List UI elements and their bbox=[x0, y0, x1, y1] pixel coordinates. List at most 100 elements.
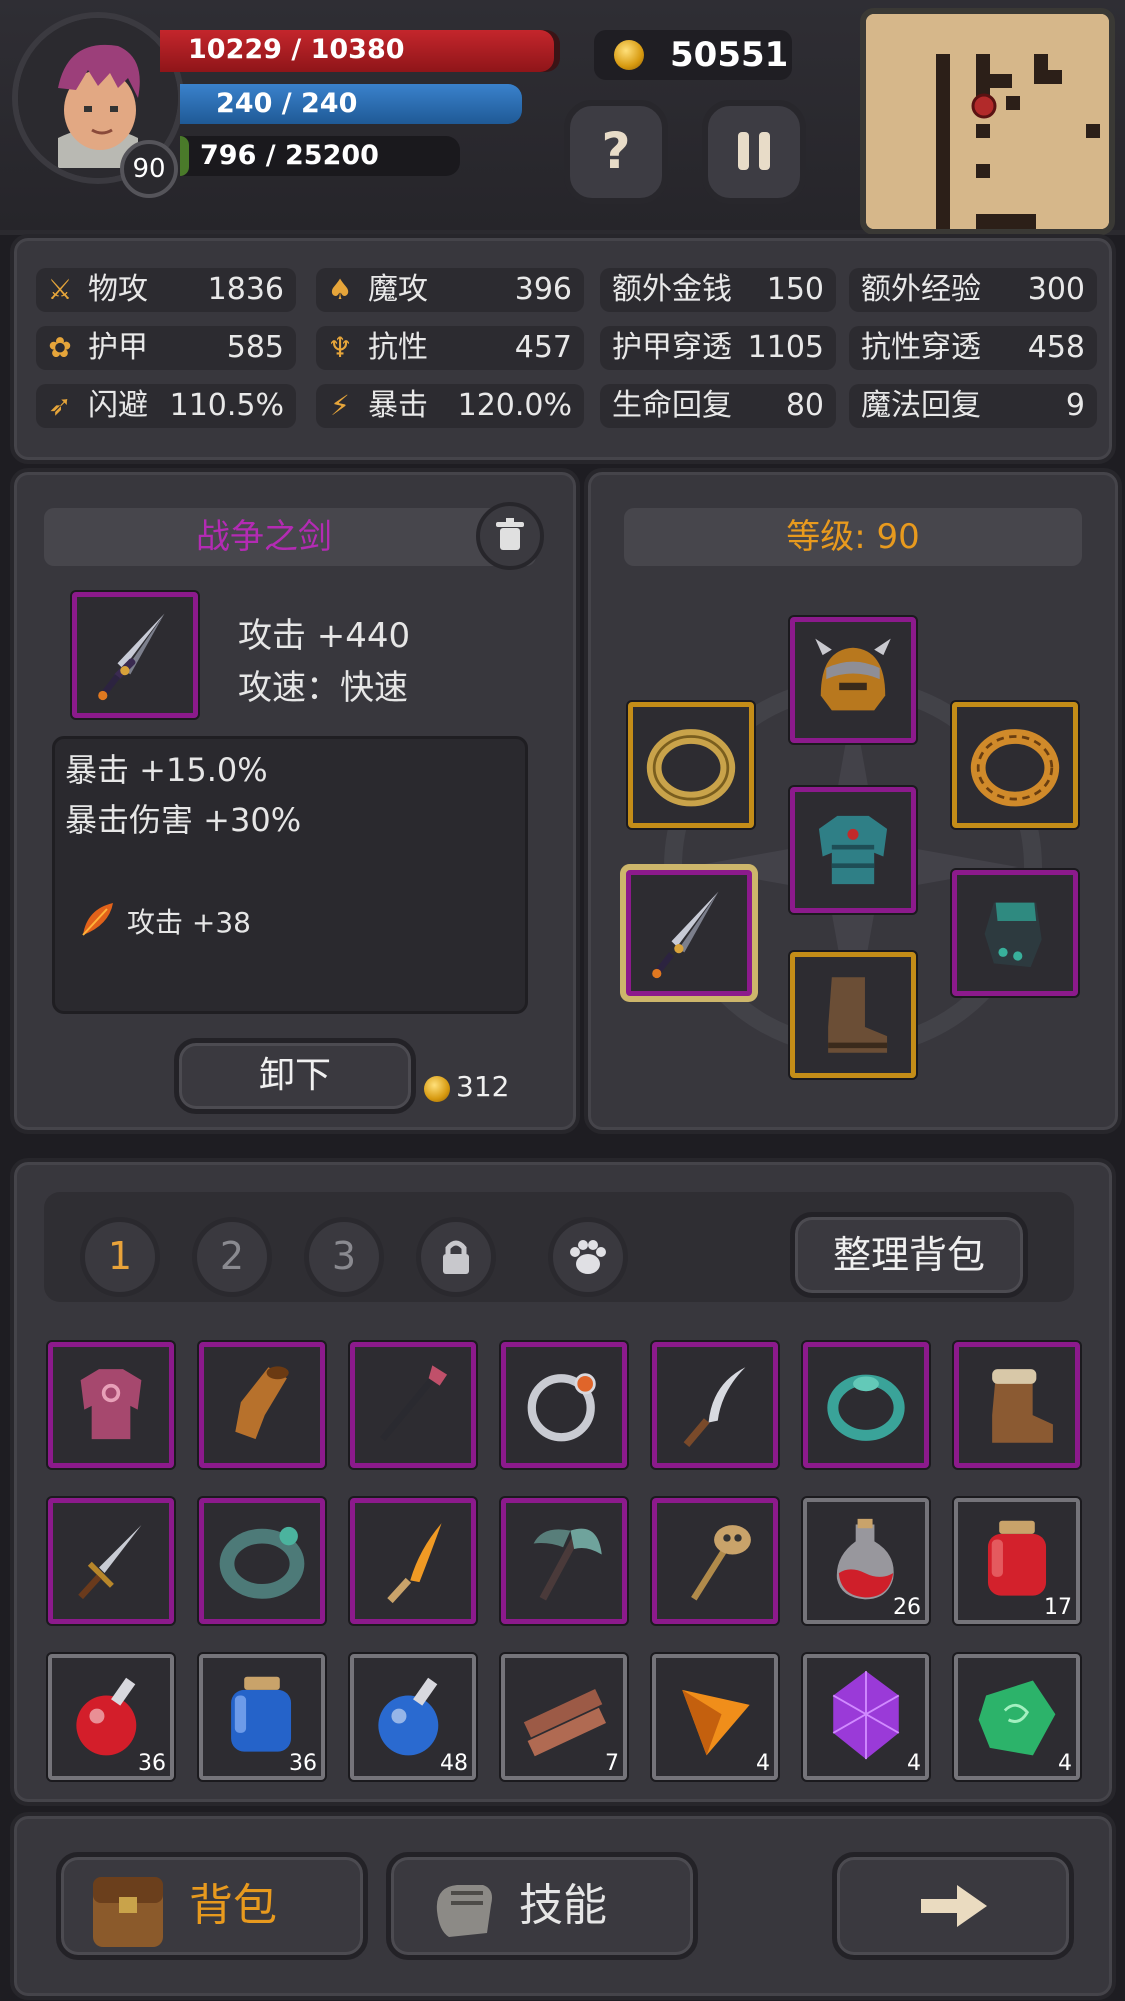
stat-value: 585 bbox=[226, 330, 284, 365]
bag-nav-button[interactable]: 背包 bbox=[56, 1852, 368, 1960]
inventory-slot[interactable]: 36 bbox=[199, 1654, 325, 1780]
hud-bar: 90 10229 / 10380 240 / 240 796 / 25200 5… bbox=[0, 0, 1125, 235]
bag-tab-3-label: 3 bbox=[331, 1234, 357, 1278]
stat-label: 物攻 bbox=[88, 272, 148, 307]
gold-coin-icon bbox=[614, 40, 644, 70]
ring-right-slot[interactable] bbox=[952, 702, 1078, 828]
inventory-slot[interactable]: 4 bbox=[652, 1654, 778, 1780]
item-count: 36 bbox=[289, 1751, 317, 1776]
stat-label: 闪避 bbox=[88, 388, 148, 423]
hp-bar-fill: 10229 / 10380 bbox=[160, 30, 554, 72]
stat-3: 额外经验 300 bbox=[849, 268, 1097, 312]
unequip-label: 卸下 bbox=[258, 1055, 331, 1096]
xp-bar-track: 796 / 25200 bbox=[180, 136, 460, 176]
inventory-slot[interactable] bbox=[652, 1498, 778, 1624]
ring-left-slot[interactable] bbox=[628, 702, 754, 828]
stat-value: 110.5% bbox=[169, 388, 284, 423]
stat-label: 护甲穿透 bbox=[612, 330, 732, 365]
item-bonus-crit-damage: 暴击伤害 +30% bbox=[65, 801, 302, 839]
inventory-slot[interactable] bbox=[199, 1342, 325, 1468]
skills-nav-label: 技能 bbox=[519, 1880, 607, 1931]
mp-bar-fill: 240 / 240 bbox=[180, 84, 522, 124]
running-icon: ➶ bbox=[48, 389, 72, 422]
sort-bag-button[interactable]: 整理背包 bbox=[790, 1212, 1028, 1298]
inventory-slot[interactable]: 17 bbox=[954, 1498, 1080, 1624]
stat-value: 150 bbox=[766, 272, 824, 307]
minimap[interactable] bbox=[860, 8, 1115, 235]
weapon-slot[interactable] bbox=[626, 870, 752, 996]
inventory-slot[interactable]: 4 bbox=[954, 1654, 1080, 1780]
inventory-slot[interactable]: 26 bbox=[803, 1498, 929, 1624]
gloves-slot[interactable] bbox=[952, 870, 1078, 996]
stat-value: 458 bbox=[1027, 330, 1085, 365]
helmet-icon bbox=[815, 638, 891, 711]
stat-label: 额外金钱 bbox=[612, 272, 732, 307]
bag-tab-1[interactable]: 1 bbox=[80, 1217, 160, 1297]
stat-label: 暴击 bbox=[368, 388, 428, 423]
stat-label: 魔法回复 bbox=[861, 388, 981, 423]
item-detail-panel: 战争之剑 攻击 +440 攻速：快速 暴击 +15.0% 暴击伤害 +30% 攻… bbox=[10, 468, 580, 1134]
stat-0: ⚔ 物攻 1836 bbox=[36, 268, 296, 312]
stat-10: 生命回复 80 bbox=[600, 384, 836, 428]
chest-armor-icon bbox=[80, 1369, 142, 1440]
bag-tab-locked[interactable] bbox=[416, 1217, 496, 1297]
jade-ring-icon bbox=[827, 1374, 905, 1441]
inventory-slot[interactable] bbox=[48, 1342, 174, 1468]
teal-armor-icon bbox=[818, 815, 888, 885]
fur-boots-icon bbox=[992, 1369, 1053, 1443]
gauntlet-icon bbox=[235, 1366, 289, 1440]
inventory-slot[interactable] bbox=[652, 1342, 778, 1468]
stat-5: ♆ 抗性 457 bbox=[316, 326, 584, 370]
help-button[interactable]: ? bbox=[564, 100, 668, 204]
staff-icon bbox=[380, 1365, 448, 1442]
bag-tab-3[interactable]: 3 bbox=[304, 1217, 384, 1297]
discard-button[interactable] bbox=[476, 502, 544, 570]
armor-slot[interactable] bbox=[790, 787, 916, 913]
stat-9: ⚡ 暴击 120.0% bbox=[316, 384, 584, 428]
stat-value: 9 bbox=[1065, 388, 1085, 423]
war-sword-icon bbox=[652, 891, 719, 979]
bottom-nav: 背包 技能 bbox=[10, 1812, 1116, 2000]
minimap-layout-icon bbox=[866, 14, 1109, 229]
inventory-slot[interactable] bbox=[501, 1342, 627, 1468]
item-count: 4 bbox=[1058, 1751, 1072, 1776]
inventory-slot[interactable] bbox=[954, 1342, 1080, 1468]
sell-price: 312 bbox=[456, 1070, 510, 1103]
item-count: 26 bbox=[893, 1595, 921, 1620]
inventory-slot[interactable] bbox=[350, 1342, 476, 1468]
gold-counter: 50551 bbox=[594, 30, 792, 80]
item-count: 4 bbox=[907, 1751, 921, 1776]
stat-value: 80 bbox=[785, 388, 824, 423]
inventory-slot[interactable] bbox=[501, 1498, 627, 1624]
inventory-slot[interactable]: 7 bbox=[501, 1654, 627, 1780]
bag-tab-2-label: 2 bbox=[219, 1234, 245, 1278]
unequip-button[interactable]: 卸下 bbox=[174, 1038, 416, 1114]
stat-label: 抗性穿透 bbox=[861, 330, 981, 365]
inventory-slot[interactable]: 48 bbox=[350, 1654, 476, 1780]
sell-coin-icon bbox=[424, 1076, 450, 1102]
xp-bar-fill bbox=[180, 136, 189, 176]
bag-tab-pet[interactable] bbox=[548, 1217, 628, 1297]
next-page-button[interactable] bbox=[832, 1852, 1074, 1960]
item-name: 战争之剑 bbox=[196, 517, 332, 557]
skills-nav-button[interactable]: 技能 bbox=[386, 1852, 698, 1960]
inventory-slot[interactable] bbox=[350, 1498, 476, 1624]
item-name-plate: 战争之剑 bbox=[44, 508, 536, 566]
inventory-slot[interactable] bbox=[199, 1498, 325, 1624]
inventory-panel: 1 2 3 整理背包 26 17 36 36 48 7 4 4 4 bbox=[10, 1158, 1116, 1806]
equipment-panel: 等级: 90 bbox=[584, 468, 1122, 1134]
stat-label: 抗性 bbox=[368, 330, 428, 365]
equipment-level-label: 等级: 90 bbox=[786, 517, 920, 557]
bag-tab-2[interactable]: 2 bbox=[192, 1217, 272, 1297]
inventory-slot[interactable] bbox=[803, 1342, 929, 1468]
item-count: 48 bbox=[440, 1751, 468, 1776]
inventory-slot[interactable] bbox=[48, 1498, 174, 1624]
item-count: 17 bbox=[1044, 1595, 1072, 1620]
pause-button[interactable] bbox=[702, 100, 806, 204]
short-sword-icon bbox=[78, 1525, 142, 1600]
helmet-slot[interactable] bbox=[790, 617, 916, 743]
item-count: 4 bbox=[756, 1751, 770, 1776]
boots-slot[interactable] bbox=[790, 952, 916, 1078]
inventory-slot[interactable]: 4 bbox=[803, 1654, 929, 1780]
inventory-slot[interactable]: 36 bbox=[48, 1654, 174, 1780]
